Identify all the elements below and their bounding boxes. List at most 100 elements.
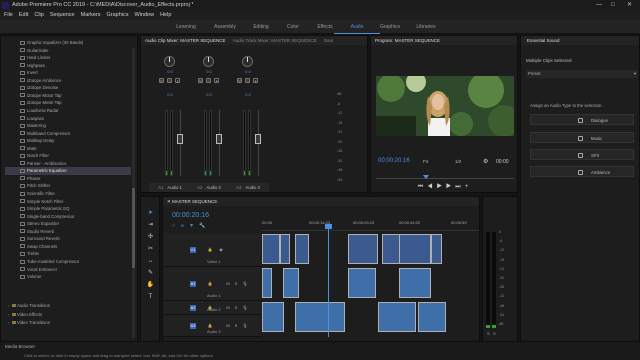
- eye-icon[interactable]: ◉: [218, 247, 224, 253]
- effect-item[interactable]: Simple Notch Filter: [5, 198, 131, 205]
- track-mute-button[interactable]: M: [225, 323, 231, 329]
- audio-clip[interactable]: [262, 268, 272, 298]
- razor-icon[interactable]: ✂: [146, 245, 155, 254]
- tab-source[interactable]: Sour: [324, 38, 334, 43]
- linked-selection-icon[interactable]: ∞: [181, 223, 190, 229]
- effect-item[interactable]: Single-band Compressor: [5, 213, 131, 220]
- effect-item[interactable]: Invert: [5, 69, 131, 76]
- pen-icon[interactable]: ✎: [146, 269, 155, 278]
- essential-sound-tab[interactable]: Essential Sound: [521, 36, 639, 45]
- track-header[interactable]: V1 🔒 ◉ Video 1: [163, 233, 261, 267]
- lock-icon[interactable]: 🔒: [207, 247, 213, 253]
- track-header[interactable]: A1 🔒 M S 🎙 Audio 1: [163, 267, 261, 301]
- video-clip[interactable]: [382, 234, 400, 264]
- effect-folder[interactable]: › Video Transitions: [5, 319, 50, 326]
- video-clip[interactable]: [262, 234, 280, 264]
- frame-forward-icon[interactable]: ▶: [446, 184, 455, 190]
- effects-scrollbar[interactable]: [132, 48, 135, 338]
- ripple-edit-icon[interactable]: ✣: [146, 233, 155, 242]
- microphone-icon[interactable]: 🎙: [242, 323, 248, 329]
- playback-scrubber[interactable]: [376, 178, 514, 179]
- menu-edit[interactable]: Edit: [19, 11, 28, 20]
- timeline-timecode[interactable]: 00:00:20:16: [172, 212, 209, 219]
- time-ruler[interactable]: :00:00 00:00:14:23 00:00:29:23 00:00:44:22 0…: [261, 217, 479, 231]
- audio-clip[interactable]: [378, 302, 416, 332]
- effect-item[interactable]: Mastering: [5, 122, 131, 129]
- menu-graphics[interactable]: Graphics: [107, 11, 129, 20]
- effect-item[interactable]: iZotope Ambience: [5, 77, 131, 84]
- step-forward-icon[interactable]: ⏭: [455, 184, 464, 190]
- workspace-libraries[interactable]: Libraries: [403, 20, 449, 34]
- solo-button[interactable]: S: [206, 78, 211, 83]
- mute-button[interactable]: M: [159, 78, 164, 83]
- audio-clip[interactable]: [262, 302, 284, 332]
- timeline-tab[interactable]: ✕ MASTER SEQUENCE: [163, 197, 479, 206]
- ambience-button[interactable]: Ambience: [530, 166, 634, 177]
- pan-knob[interactable]: [164, 56, 175, 67]
- selection-tool-icon[interactable]: ➤: [146, 209, 155, 218]
- effect-item[interactable]: Surround Reverb: [5, 235, 131, 242]
- mute-button[interactable]: M: [198, 78, 203, 83]
- effect-item[interactable]: Panner - Ambisonics: [5, 160, 131, 167]
- track-solo-button[interactable]: S: [233, 323, 239, 329]
- frame-back-icon[interactable]: ◀: [427, 184, 436, 190]
- audio-clip[interactable]: [283, 268, 299, 298]
- track-solo-button[interactable]: S: [233, 281, 239, 287]
- dialogue-button[interactable]: Dialogue: [530, 114, 634, 125]
- menu-file[interactable]: File: [4, 11, 13, 20]
- microphone-icon[interactable]: 🎙: [242, 305, 248, 311]
- record-button[interactable]: ●: [214, 78, 219, 83]
- menu-markers[interactable]: Markers: [81, 11, 101, 20]
- meter-solo-button[interactable]: S: [487, 331, 490, 336]
- sfx-button[interactable]: SFX: [530, 149, 634, 160]
- hand-icon[interactable]: ✋: [146, 281, 155, 290]
- menu-window[interactable]: Window: [135, 11, 155, 20]
- volume-value[interactable]: 0.0: [188, 92, 230, 97]
- effect-item[interactable]: Stereo Expander: [5, 220, 131, 227]
- effect-item[interactable]: Treble: [5, 250, 131, 257]
- effect-item[interactable]: iZotope Denoise: [5, 84, 131, 91]
- effect-item[interactable]: iZotope Motor Tap: [5, 92, 131, 99]
- media-browser-tab[interactable]: Media Browser: [5, 344, 35, 349]
- step-back-icon[interactable]: ⏮: [418, 184, 427, 190]
- settings-icon[interactable]: 🔧: [199, 223, 210, 229]
- playhead-marker[interactable]: [423, 175, 429, 179]
- video-clip[interactable]: [280, 234, 290, 264]
- video-clip[interactable]: [295, 234, 309, 264]
- effect-item[interactable]: Notch Filter: [5, 152, 131, 159]
- audio-clip[interactable]: [399, 268, 431, 298]
- meter-solo-button[interactable]: S: [493, 331, 496, 336]
- record-button[interactable]: ●: [175, 78, 180, 83]
- effect-item[interactable]: Hard Limiter: [5, 54, 131, 61]
- zoom-select[interactable]: Fit: [423, 159, 428, 164]
- slip-icon[interactable]: ↔: [146, 257, 155, 266]
- program-timecode[interactable]: 00:00:20:16: [378, 158, 410, 164]
- effect-folder[interactable]: › Video Effects: [5, 311, 42, 318]
- audio-clip[interactable]: [418, 302, 446, 332]
- resolution-select[interactable]: 1/2: [455, 159, 461, 164]
- microphone-icon[interactable]: 🎙: [242, 281, 248, 287]
- tab-audio-clip-mixer[interactable]: Audio Clip Mixer: MASTER SEQUENCE: [145, 38, 226, 43]
- pan-knob[interactable]: [203, 56, 214, 67]
- volume-value[interactable]: 0.0: [227, 92, 269, 97]
- track-target[interactable]: V1: [190, 247, 196, 253]
- effect-item[interactable]: Simple Parametric EQ: [5, 205, 131, 212]
- audio-clip[interactable]: [348, 268, 376, 298]
- effect-item[interactable]: Lowpass: [5, 115, 131, 122]
- volume-fader[interactable]: [255, 134, 261, 144]
- lock-icon[interactable]: 🔒: [207, 281, 213, 287]
- effect-folder[interactable]: › Audio Transitions: [5, 302, 50, 309]
- track-mute-button[interactable]: M: [225, 281, 231, 287]
- effect-item[interactable]: Volume: [5, 273, 131, 280]
- solo-button[interactable]: S: [167, 78, 172, 83]
- program-monitor-tab[interactable]: Program: MASTER SEQUENCE: [371, 36, 517, 45]
- track-header[interactable]: A3 🔒 M S 🎙 Audio 3: [163, 315, 261, 337]
- tab-audio-track-mixer[interactable]: Audio Track Mixer: MASTER SEQUENCE: [233, 38, 317, 43]
- add-marker-icon[interactable]: ▼: [189, 223, 199, 229]
- track-target[interactable]: A3: [190, 323, 196, 329]
- volume-fader[interactable]: [216, 134, 222, 144]
- pan-value[interactable]: 0.0: [149, 69, 191, 74]
- effect-item[interactable]: Studio Reverb: [5, 228, 131, 235]
- video-clip[interactable]: [399, 234, 431, 264]
- video-clip[interactable]: [431, 234, 442, 264]
